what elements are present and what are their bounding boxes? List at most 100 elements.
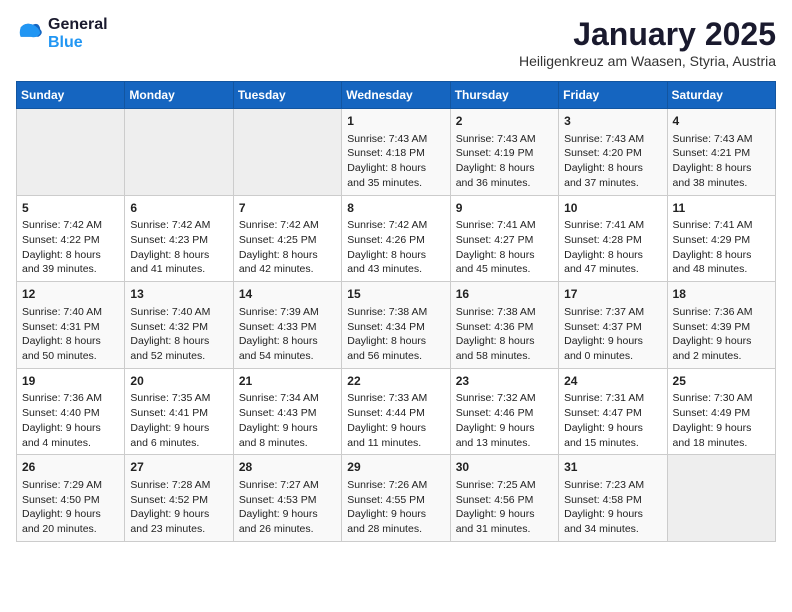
week-row-4: 26Sunrise: 7:29 AMSunset: 4:50 PMDayligh… (17, 455, 776, 542)
calendar-cell: 20Sunrise: 7:35 AMSunset: 4:41 PMDayligh… (125, 368, 233, 455)
week-row-0: 1Sunrise: 7:43 AMSunset: 4:18 PMDaylight… (17, 109, 776, 196)
calendar-cell: 5Sunrise: 7:42 AMSunset: 4:22 PMDaylight… (17, 195, 125, 282)
cell-text: Sunset: 4:27 PM (456, 233, 553, 248)
cell-text: Sunrise: 7:36 AM (22, 391, 119, 406)
cell-text: Daylight: 9 hours and 13 minutes. (456, 421, 553, 450)
calendar-cell (233, 109, 341, 196)
calendar-cell: 28Sunrise: 7:27 AMSunset: 4:53 PMDayligh… (233, 455, 341, 542)
day-number: 31 (564, 459, 661, 476)
cell-text: Sunrise: 7:34 AM (239, 391, 336, 406)
cell-text: Daylight: 9 hours and 26 minutes. (239, 507, 336, 536)
calendar-cell: 27 Sunrise: 7:28 AMSunset: 4:52 PMDayligh… (125, 455, 233, 542)
calendar-cell: 16Sunrise: 7:38 AMSunset: 4:36 PMDayligh… (450, 282, 558, 369)
calendar-cell: 23Sunrise: 7:32 AMSunset: 4:46 PMDayligh… (450, 368, 558, 455)
logo: General Blue (16, 16, 108, 52)
cell-text: Sunset: 4:20 PM (564, 146, 661, 161)
calendar-body: 1Sunrise: 7:43 AMSunset: 4:18 PMDaylight… (17, 109, 776, 542)
cell-text: Sunrise: 7:36 AM (673, 305, 770, 320)
cell-text: Daylight: 8 hours and 35 minutes. (347, 161, 444, 190)
cell-text: Sunrise: 7:31 AM (564, 391, 661, 406)
calendar-cell: 1Sunrise: 7:43 AMSunset: 4:18 PMDaylight… (342, 109, 450, 196)
cell-text: Sunset: 4:32 PM (130, 320, 227, 335)
day-number: 8 (347, 200, 444, 217)
cell-text: Sunset: 4:46 PM (456, 406, 553, 421)
day-number: 6 (130, 200, 227, 217)
header-row: SundayMondayTuesdayWednesdayThursdayFrid… (17, 82, 776, 109)
day-number: 9 (456, 200, 553, 217)
cell-text: Sunset: 4:40 PM (22, 406, 119, 421)
day-number: 23 (456, 373, 553, 390)
calendar-cell: 4Sunrise: 7:43 AMSunset: 4:21 PMDaylight… (667, 109, 775, 196)
cell-text: Daylight: 8 hours and 45 minutes. (456, 248, 553, 277)
cell-text: Sunrise: 7:42 AM (347, 218, 444, 233)
calendar-cell: 7Sunrise: 7:42 AMSunset: 4:25 PMDaylight… (233, 195, 341, 282)
header-cell-wednesday: Wednesday (342, 82, 450, 109)
cell-text: Sunset: 4:58 PM (564, 493, 661, 508)
calendar-cell: 26Sunrise: 7:29 AMSunset: 4:50 PMDayligh… (17, 455, 125, 542)
day-number: 19 (22, 373, 119, 390)
day-number: 3 (564, 113, 661, 130)
calendar-cell (17, 109, 125, 196)
day-number: 15 (347, 286, 444, 303)
calendar-cell: 13Sunrise: 7:40 AMSunset: 4:32 PMDayligh… (125, 282, 233, 369)
day-number: 26 (22, 459, 119, 476)
cell-text: Daylight: 8 hours and 48 minutes. (673, 248, 770, 277)
day-number: 11 (673, 200, 770, 217)
cell-text: Daylight: 8 hours and 43 minutes. (347, 248, 444, 277)
day-number: 25 (673, 373, 770, 390)
calendar-cell: 24Sunrise: 7:31 AMSunset: 4:47 PMDayligh… (559, 368, 667, 455)
week-row-2: 12Sunrise: 7:40 AMSunset: 4:31 PMDayligh… (17, 282, 776, 369)
cell-text: Sunrise: 7:28 AM (130, 478, 227, 493)
cell-text: Sunset: 4:47 PM (564, 406, 661, 421)
cell-text: Daylight: 8 hours and 52 minutes. (130, 334, 227, 363)
cell-text: Sunset: 4:49 PM (673, 406, 770, 421)
calendar-cell: 15Sunrise: 7:38 AMSunset: 4:34 PMDayligh… (342, 282, 450, 369)
logo-icon (16, 20, 44, 48)
location-title: Heiligenkreuz am Waasen, Styria, Austria (519, 53, 776, 69)
cell-text: Sunrise: 7:37 AM (564, 305, 661, 320)
calendar-cell: 9Sunrise: 7:41 AMSunset: 4:27 PMDaylight… (450, 195, 558, 282)
cell-text: Sunset: 4:39 PM (673, 320, 770, 335)
cell-text: Daylight: 9 hours and 20 minutes. (22, 507, 119, 536)
day-number: 22 (347, 373, 444, 390)
cell-text: Sunset: 4:43 PM (239, 406, 336, 421)
calendar-cell: 8Sunrise: 7:42 AMSunset: 4:26 PMDaylight… (342, 195, 450, 282)
calendar-cell: 12Sunrise: 7:40 AMSunset: 4:31 PMDayligh… (17, 282, 125, 369)
calendar-cell: 22Sunrise: 7:33 AMSunset: 4:44 PMDayligh… (342, 368, 450, 455)
calendar-table: SundayMondayTuesdayWednesdayThursdayFrid… (16, 81, 776, 542)
cell-text: Sunset: 4:36 PM (456, 320, 553, 335)
cell-text: Daylight: 9 hours and 15 minutes. (564, 421, 661, 450)
day-number: 20 (130, 373, 227, 390)
cell-text: Sunset: 4:23 PM (130, 233, 227, 248)
calendar-cell: 11Sunrise: 7:41 AMSunset: 4:29 PMDayligh… (667, 195, 775, 282)
day-number: 27 (130, 459, 227, 476)
cell-text: Sunset: 4:41 PM (130, 406, 227, 421)
cell-text: Daylight: 8 hours and 39 minutes. (22, 248, 119, 277)
header-cell-monday: Monday (125, 82, 233, 109)
cell-text: Daylight: 8 hours and 42 minutes. (239, 248, 336, 277)
calendar-cell (125, 109, 233, 196)
title-block: January 2025 Heiligenkreuz am Waasen, St… (519, 16, 776, 69)
cell-text: Daylight: 9 hours and 23 minutes. (130, 507, 227, 536)
cell-text: Sunrise: 7:29 AM (22, 478, 119, 493)
cell-text: Sunrise: 7:40 AM (22, 305, 119, 320)
calendar-header: SundayMondayTuesdayWednesdayThursdayFrid… (17, 82, 776, 109)
cell-text: Sunset: 4:55 PM (347, 493, 444, 508)
cell-text: Sunrise: 7:38 AM (347, 305, 444, 320)
cell-text: Daylight: 9 hours and 18 minutes. (673, 421, 770, 450)
cell-text: Sunset: 4:52 PM (130, 493, 227, 508)
cell-text: Sunset: 4:26 PM (347, 233, 444, 248)
cell-text: Sunrise: 7:41 AM (564, 218, 661, 233)
month-title: January 2025 (519, 16, 776, 53)
calendar-cell: 31Sunrise: 7:23 AMSunset: 4:58 PMDayligh… (559, 455, 667, 542)
cell-text: Sunset: 4:31 PM (22, 320, 119, 335)
cell-text: Daylight: 9 hours and 8 minutes. (239, 421, 336, 450)
cell-text: Sunrise: 7:43 AM (347, 132, 444, 147)
cell-text: Sunrise: 7:40 AM (130, 305, 227, 320)
cell-text: Daylight: 9 hours and 11 minutes. (347, 421, 444, 450)
cell-text: Sunrise: 7:41 AM (673, 218, 770, 233)
cell-text: Daylight: 8 hours and 41 minutes. (130, 248, 227, 277)
day-number: 28 (239, 459, 336, 476)
day-number: 2 (456, 113, 553, 130)
header-cell-friday: Friday (559, 82, 667, 109)
